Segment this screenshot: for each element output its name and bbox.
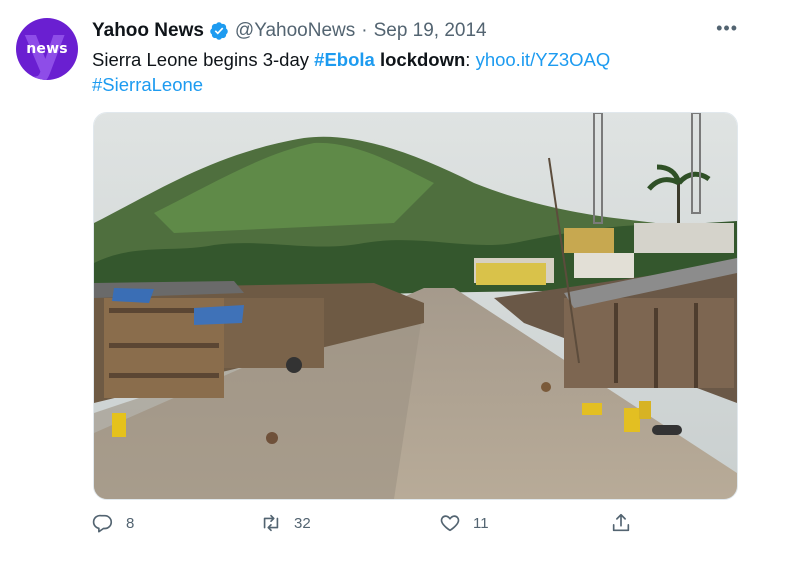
- heart-icon: [440, 515, 460, 532]
- tweet-actions: 8 32 11: [92, 512, 642, 542]
- like-count: 11: [473, 514, 489, 532]
- verified-badge-icon: [210, 22, 228, 40]
- share-button[interactable]: [610, 512, 632, 534]
- street-photo-image: [94, 113, 737, 499]
- like-button[interactable]: 11: [439, 512, 489, 534]
- tweet-text-bold: lockdown: [374, 49, 466, 70]
- retweet-count: 32: [294, 514, 311, 532]
- tweet-text: Sierra Leone begins 3-day #Ebola lockdow…: [92, 47, 742, 97]
- reply-count: 8: [126, 514, 135, 532]
- reply-icon: [92, 514, 113, 533]
- tweet-text-part: Sierra Leone begins 3-day: [92, 49, 315, 70]
- retweet-button[interactable]: 32: [260, 512, 311, 534]
- retweet-icon: [263, 514, 279, 532]
- hashtag-sierraleone[interactable]: #SierraLeone: [92, 74, 203, 95]
- author-handle[interactable]: @YahooNews: [235, 20, 355, 42]
- avatar[interactable]: y news: [16, 18, 78, 80]
- author-name[interactable]: Yahoo News: [92, 20, 204, 42]
- tweet-date[interactable]: Sep 19, 2014: [374, 20, 487, 42]
- hashtag-ebola[interactable]: #Ebola: [314, 49, 375, 70]
- tweet-header: Yahoo News @YahooNews · Sep 19, 2014: [92, 20, 487, 42]
- reply-button[interactable]: 8: [92, 512, 134, 534]
- tweet-photo[interactable]: [93, 112, 738, 500]
- tweet-link[interactable]: yhoo.it/YZ3OAQ: [476, 49, 611, 70]
- separator-dot: ·: [361, 20, 368, 41]
- more-options-icon[interactable]: •••: [716, 18, 738, 39]
- avatar-text: news: [26, 41, 68, 57]
- tweet-text-colon: :: [465, 49, 476, 70]
- share-icon: [612, 513, 630, 532]
